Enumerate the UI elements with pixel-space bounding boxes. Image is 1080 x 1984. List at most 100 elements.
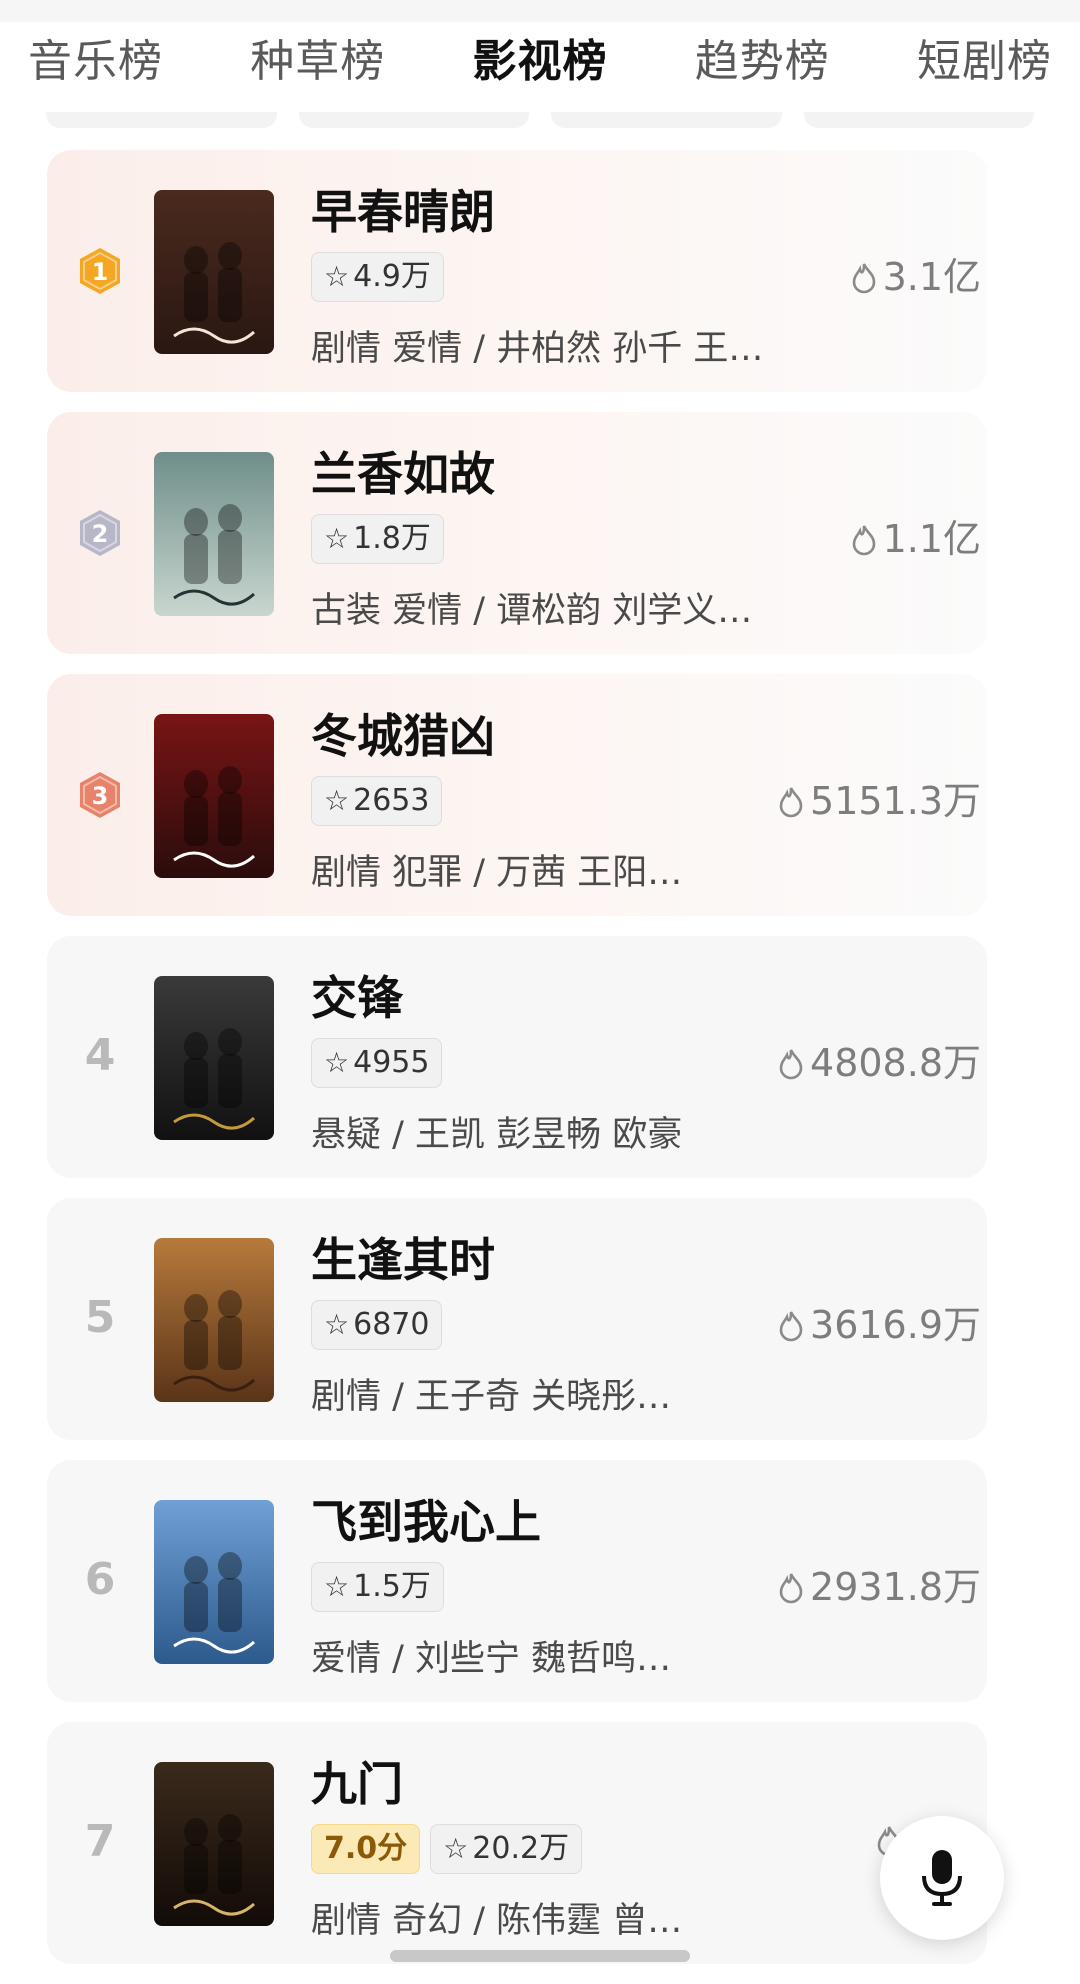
heat-value: 1.1亿	[761, 508, 987, 563]
want-badge: ☆ 6870	[311, 1300, 443, 1350]
heat-number: 3616.9万	[810, 1303, 981, 1347]
flame-icon	[779, 1573, 803, 1604]
heat-value: 3616.9万	[761, 1294, 987, 1349]
want-count: 4955	[353, 1045, 430, 1080]
star-outline-icon: ☆	[324, 784, 350, 817]
rank-number: 3	[92, 782, 109, 810]
heat-value: 3.1亿	[761, 246, 987, 301]
want-count: 1.8万	[353, 521, 431, 556]
poster-thumbnail[interactable]	[154, 1762, 274, 1926]
rank-number: 7	[84, 1816, 116, 1867]
flame-icon	[852, 525, 875, 556]
rank-medal-icon: 3	[75, 770, 125, 820]
show-meta: 剧情 爱情 / 井柏然 孙千 王…	[311, 329, 764, 369]
tab-music[interactable]: 音乐榜	[28, 25, 163, 89]
poster-thumbnail[interactable]	[154, 714, 274, 878]
show-meta: 剧情 犯罪 / 万茜 王阳…	[311, 853, 683, 893]
want-badge: ☆ 1.5万	[311, 1562, 444, 1612]
heat-number: 4808.8万	[810, 1041, 981, 1085]
show-title[interactable]: 九门	[311, 1748, 403, 1814]
show-meta: 剧情 奇幻 / 陈伟霆 曾…	[311, 1901, 683, 1941]
poster-thumbnail[interactable]	[154, 452, 274, 616]
heat-value: 4808.8万	[761, 1032, 987, 1087]
flame-icon	[852, 263, 875, 294]
star-outline-icon: ☆	[324, 522, 350, 555]
badge-group: ☆ 6870	[311, 1300, 443, 1350]
ranking-row[interactable]: 4 交锋 ☆ 4955 悬疑 / 王凯 彭昱畅 欧豪 4808.8万	[47, 936, 987, 1178]
sub-filter-2[interactable]	[298, 112, 529, 128]
rank-medal-icon: 2	[75, 508, 125, 558]
show-meta: 剧情 / 王子奇 关晓彤…	[311, 1377, 672, 1417]
heat-value: 5151.3万	[761, 770, 987, 825]
home-indicator	[390, 1950, 690, 1962]
star-outline-icon: ☆	[324, 1570, 350, 1603]
want-count: 6870	[353, 1307, 430, 1342]
heat-number: 5151.3万	[810, 779, 981, 823]
rank-number: 2	[92, 520, 109, 548]
ranking-row[interactable]: 6 飞到我心上 ☆ 1.5万 爱情 / 刘些宁 魏哲鸣… 2931.8万	[47, 1460, 987, 1702]
heat-number: 2931.8万	[810, 1565, 981, 1609]
ranking-row[interactable]: 5 生逢其时 ☆ 6870 剧情 / 王子奇 关晓彤… 3616.9万	[47, 1198, 987, 1440]
rank-number: 1	[92, 258, 109, 286]
ranking-row[interactable]: 7 九门 7.0分 ☆ 20.2万 剧情 奇幻 / 陈伟霆 曾…	[47, 1722, 987, 1964]
want-count: 20.2万	[472, 1831, 570, 1866]
want-count: 1.5万	[353, 1569, 431, 1604]
poster-thumbnail[interactable]	[154, 1238, 274, 1402]
poster-thumbnail[interactable]	[154, 190, 274, 354]
ranking-row[interactable]: 1 早春晴朗 ☆ 4.9万 剧情 爱情 / 井柏然 孙千 王… 3.1亿	[47, 150, 987, 392]
want-count: 2653	[353, 783, 430, 818]
want-badge: ☆ 4.9万	[311, 252, 444, 302]
badge-group: ☆ 2653	[311, 776, 443, 826]
ranking-row[interactable]: 2 兰香如故 ☆ 1.8万 古装 爱情 / 谭松韵 刘学义… 1.1亿	[47, 412, 987, 654]
category-tabs: 音乐榜 种草榜 影视榜 趋势榜 短剧榜	[0, 22, 1080, 92]
show-title[interactable]: 冬城猎凶	[311, 700, 495, 766]
rank-medal-icon: 1	[75, 246, 125, 296]
show-title[interactable]: 生逢其时	[311, 1224, 495, 1290]
ranking-row[interactable]: 3 冬城猎凶 ☆ 2653 剧情 犯罪 / 万茜 王阳… 5151.3万	[47, 674, 987, 916]
want-badge: ☆ 20.2万	[430, 1824, 583, 1874]
show-title[interactable]: 交锋	[311, 962, 403, 1028]
star-outline-icon: ☆	[324, 260, 350, 293]
heat-number: 1.1亿	[882, 517, 981, 561]
flame-icon	[779, 787, 803, 818]
heat-number: 3.1亿	[882, 255, 981, 299]
show-meta: 古装 爱情 / 谭松韵 刘学义…	[311, 591, 753, 631]
score-badge: 7.0分	[311, 1824, 421, 1874]
rank-number: 6	[84, 1554, 116, 1605]
badge-group: 7.0分 ☆ 20.2万	[311, 1824, 583, 1874]
tab-short-drama[interactable]: 短剧榜	[917, 25, 1052, 89]
ranking-list: 1 早春晴朗 ☆ 4.9万 剧情 爱情 / 井柏然 孙千 王… 3.1亿 2 兰…	[47, 150, 987, 1984]
rank-number: 5	[84, 1292, 116, 1343]
show-title[interactable]: 早春晴朗	[311, 176, 495, 242]
tab-recommend[interactable]: 种草榜	[250, 25, 385, 89]
tab-trend[interactable]: 趋势榜	[695, 25, 830, 89]
microphone-icon	[922, 1850, 962, 1906]
show-meta: 爱情 / 刘些宁 魏哲鸣…	[311, 1639, 672, 1679]
badge-group: ☆ 1.5万	[311, 1562, 444, 1612]
sub-filter-3[interactable]	[551, 112, 782, 128]
flame-icon	[779, 1311, 803, 1342]
rank-number: 4	[84, 1030, 116, 1081]
sub-filter-1[interactable]	[46, 112, 277, 128]
want-count: 4.9万	[353, 259, 431, 294]
tab-film-tv[interactable]: 影视榜	[473, 25, 608, 89]
badge-group: ☆ 1.8万	[311, 514, 444, 564]
poster-thumbnail[interactable]	[154, 976, 274, 1140]
flame-icon	[779, 1049, 803, 1080]
score-value: 7.0分	[324, 1831, 408, 1866]
heat-value: 2931.8万	[761, 1556, 987, 1611]
show-meta: 悬疑 / 王凯 彭昱畅 欧豪	[311, 1115, 683, 1155]
badge-group: ☆ 4955	[311, 1038, 443, 1088]
poster-thumbnail[interactable]	[154, 1500, 274, 1664]
sub-filter-4[interactable]	[803, 112, 1034, 128]
badge-group: ☆ 4.9万	[311, 252, 444, 302]
show-title[interactable]: 兰香如故	[311, 438, 495, 504]
voice-search-button[interactable]	[880, 1816, 1004, 1940]
star-outline-icon: ☆	[324, 1308, 350, 1341]
want-badge: ☆ 2653	[311, 776, 443, 826]
want-badge: ☆ 4955	[311, 1038, 443, 1088]
want-badge: ☆ 1.8万	[311, 514, 444, 564]
star-outline-icon: ☆	[443, 1832, 469, 1865]
sub-filter-bar	[46, 112, 1034, 130]
show-title[interactable]: 飞到我心上	[311, 1486, 541, 1552]
